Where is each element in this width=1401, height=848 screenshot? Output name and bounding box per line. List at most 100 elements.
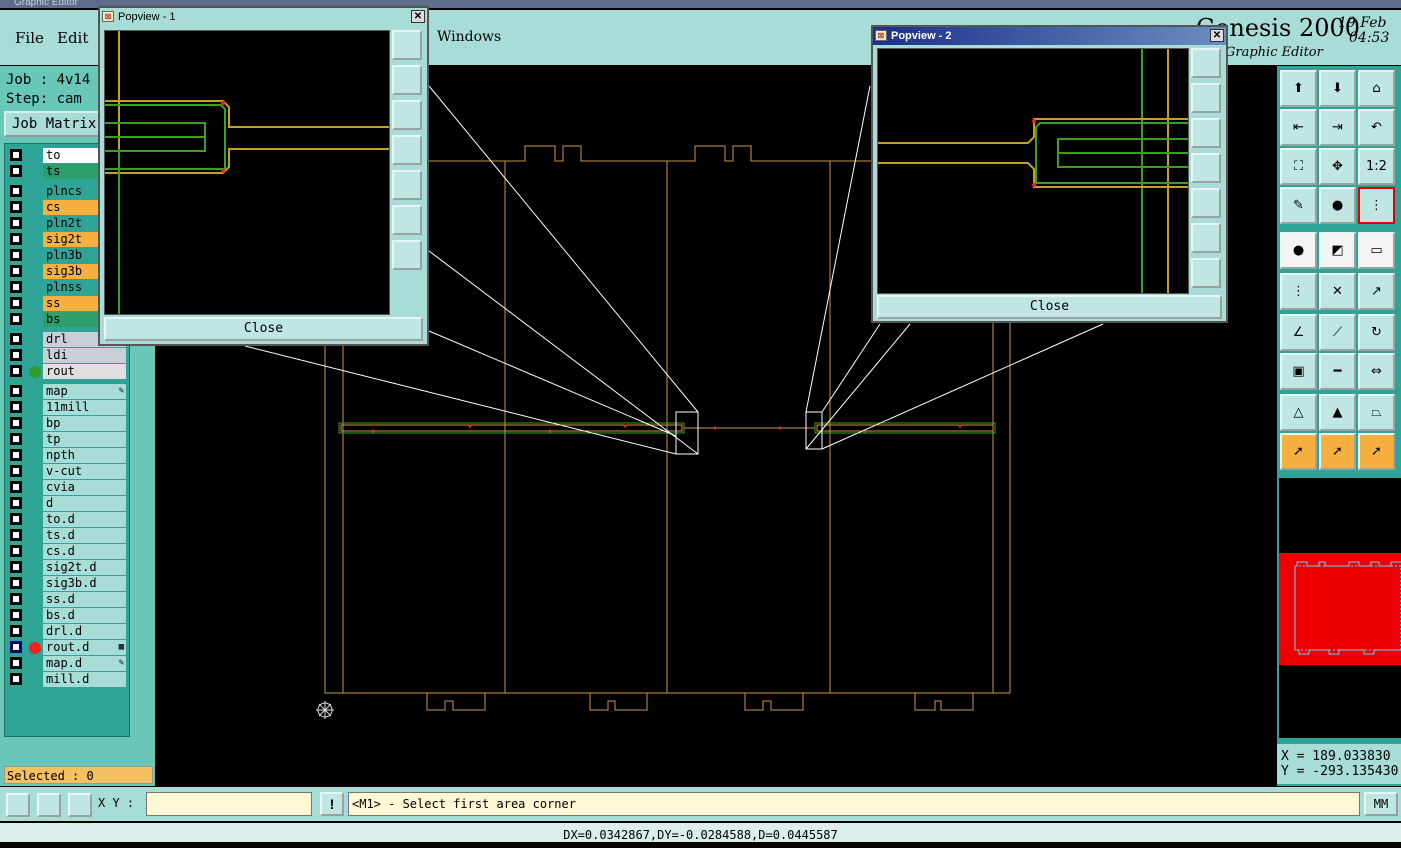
layer-name[interactable]: rout.d ▦ [43, 640, 126, 655]
popview-2-close-button[interactable]: Close [877, 295, 1222, 319]
measure-tool[interactable]: ⇔ [1358, 353, 1395, 390]
menu-file[interactable]: File [15, 29, 44, 47]
warning-button[interactable]: ! [320, 792, 344, 816]
move-right-tool[interactable]: ⇥ [1319, 109, 1356, 146]
layer-row-cs-d[interactable]: cs.d [8, 544, 126, 559]
layer-checkbox[interactable] [10, 673, 22, 685]
layer-name[interactable]: mill.d [43, 672, 126, 687]
popview-2-pan-left-tool[interactable] [1191, 153, 1221, 183]
layer-checkbox[interactable] [10, 349, 22, 361]
add-pad-tool[interactable]: ● [1280, 232, 1317, 269]
layer-name[interactable]: map ✎ [43, 384, 126, 399]
layer-row-tp[interactable]: tp [8, 432, 126, 447]
rotate-tool[interactable]: ↻ [1358, 314, 1395, 351]
pad-move-tool[interactable]: ▣ [1280, 353, 1317, 390]
zoom-fit-tool[interactable]: ⛶ [1280, 148, 1317, 185]
layer-row-ss-d[interactable]: ss.d [8, 592, 126, 607]
layer-checkbox[interactable] [10, 313, 22, 325]
layer-checkbox[interactable] [10, 365, 22, 377]
popview-1-pan-right-tool[interactable] [392, 170, 422, 200]
popview-2-zoom-tool[interactable] [1191, 48, 1221, 78]
layer-row-mill-d[interactable]: mill.d [8, 672, 126, 687]
popview-2-fit-tool[interactable] [1191, 223, 1221, 253]
layer-checkbox[interactable] [10, 201, 22, 213]
zoom-in-tool[interactable]: ✥ [1319, 148, 1356, 185]
layer-name[interactable]: npth [43, 448, 126, 463]
layer-row-map[interactable]: map ✎ [8, 384, 126, 399]
line-color-tool[interactable]: ◩ [1319, 232, 1356, 269]
popview-1-pan-up-tool[interactable] [392, 65, 422, 95]
probe-tool[interactable]: ● [1319, 187, 1356, 224]
segment-tool[interactable]: ━ [1319, 353, 1356, 390]
diagonal-tool[interactable]: ⟋ [1319, 314, 1356, 351]
layer-row-to-d[interactable]: to.d [8, 512, 126, 527]
layer-row-rout[interactable]: rout [8, 364, 126, 379]
layer-row-ts-d[interactable]: ts.d [8, 528, 126, 543]
layer-name[interactable]: rout [43, 364, 126, 379]
layer-row-ldi[interactable]: ldi [8, 348, 126, 363]
home-tool[interactable]: ⌂ [1358, 70, 1395, 107]
popview-2-pan-up-tool[interactable] [1191, 83, 1221, 113]
popview-1-close-x-button[interactable]: ✕ [411, 10, 425, 23]
popview-2-canvas[interactable] [877, 48, 1189, 294]
popview-2-close-x-button[interactable]: ✕ [1210, 29, 1224, 42]
popview-1-close-button[interactable]: Close [104, 317, 423, 341]
popview-2-pan-right-tool[interactable] [1191, 188, 1221, 218]
scale-ratio-tool[interactable]: 1:2 [1358, 148, 1395, 185]
popview-2-system-icon[interactable]: ⊠ [875, 30, 887, 41]
connect-tool[interactable]: ⋮ [1280, 273, 1317, 310]
popview-1-pan-left-tool[interactable] [392, 135, 422, 165]
layer-row-d[interactable]: d [8, 496, 126, 511]
layer-row-bp[interactable]: bp [8, 416, 126, 431]
xy-input[interactable] [146, 792, 312, 816]
snap-angle-icon[interactable] [37, 793, 61, 817]
layer-checkbox[interactable] [10, 465, 22, 477]
layer-name[interactable]: tp [43, 432, 126, 447]
layer-checkbox[interactable] [10, 297, 22, 309]
popview-1-fit-tool[interactable] [392, 205, 422, 235]
layer-checkbox[interactable] [10, 577, 22, 589]
layer-row-cvia[interactable]: cvia [8, 480, 126, 495]
layer-name[interactable]: map.d ✎ [43, 656, 126, 671]
layer-checkbox[interactable] [10, 481, 22, 493]
popview-2-pan-down-tool[interactable] [1191, 118, 1221, 148]
layer-row-11mill[interactable]: 11mill [8, 400, 126, 415]
layer-checkbox[interactable] [10, 593, 22, 605]
layer-checkbox[interactable] [10, 417, 22, 429]
select-box-tool[interactable]: ➚ [1319, 433, 1356, 470]
layer-checkbox[interactable] [10, 233, 22, 245]
layer-name[interactable]: to.d [43, 512, 126, 527]
extend-tool[interactable]: ↗ [1358, 273, 1395, 310]
layer-checkbox[interactable] [10, 497, 22, 509]
minimap[interactable] [1279, 478, 1401, 738]
layer-row-v-cut[interactable]: v-cut [8, 464, 126, 479]
layer-name[interactable]: bp [43, 416, 126, 431]
popview-1-pan-down-tool[interactable] [392, 100, 422, 130]
layer-name[interactable]: cvia [43, 480, 126, 495]
layer-name[interactable]: 11mill [43, 400, 126, 415]
layer-checkbox[interactable] [10, 385, 22, 397]
layer-checkbox[interactable] [10, 217, 22, 229]
layer-checkbox[interactable] [10, 149, 22, 161]
snap-center-icon[interactable] [68, 793, 92, 817]
layer-row-drl-d[interactable]: drl.d [8, 624, 126, 639]
layer-name[interactable]: d [43, 496, 126, 511]
move-down-tool[interactable]: ⬇ [1319, 70, 1356, 107]
select-arrow-tool[interactable]: ➚ [1280, 433, 1317, 470]
layer-checkbox[interactable] [10, 625, 22, 637]
layer-checkbox[interactable] [10, 433, 22, 445]
layer-name[interactable]: ldi [43, 348, 126, 363]
popview-1-system-icon[interactable]: ⊠ [102, 11, 114, 22]
triangle-tool[interactable]: ▲ [1319, 394, 1356, 431]
snap-tool[interactable]: ✎ [1280, 187, 1317, 224]
angle-tool[interactable]: ∠ [1280, 314, 1317, 351]
layer-checkbox[interactable] [10, 333, 22, 345]
layer-name[interactable]: sig2t.d [43, 560, 126, 575]
popview-1-zoom-tool[interactable] [392, 30, 422, 60]
layer-name[interactable]: ts.d [43, 528, 126, 543]
layer-name[interactable]: cs.d [43, 544, 126, 559]
triangle-small-tool[interactable]: △ [1280, 394, 1317, 431]
move-up-tool[interactable]: ⬆ [1280, 70, 1317, 107]
layer-row-rout-d[interactable]: rout.d ▦ [8, 640, 126, 655]
layer-checkbox[interactable] [10, 249, 22, 261]
